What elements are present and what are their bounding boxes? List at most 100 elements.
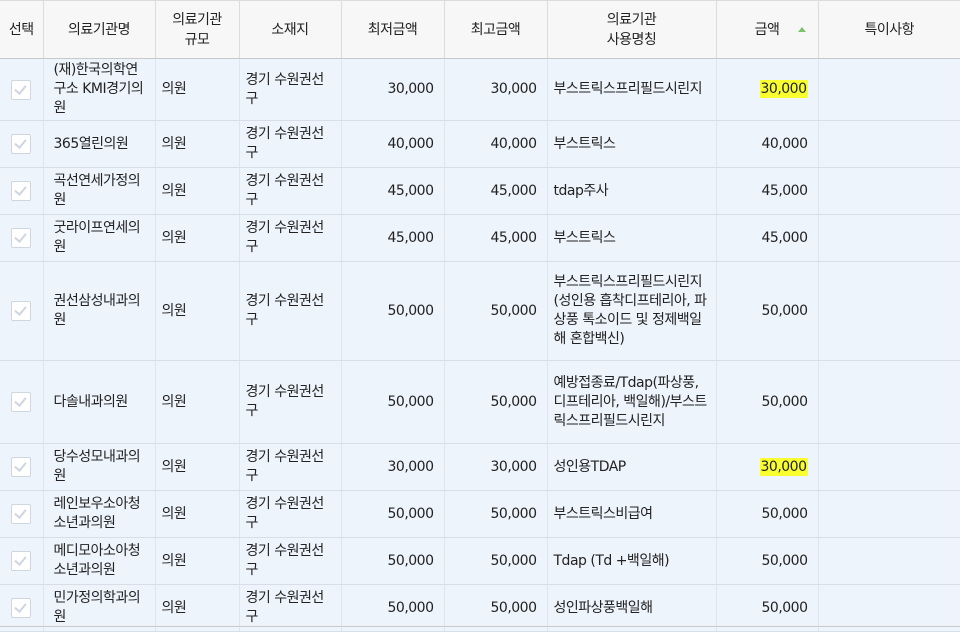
location-cell: 경기 수원권선구 (239, 537, 342, 585)
hospital-name-cell: (재)한국의학연구소 KMI경기의원 (43, 58, 156, 121)
hospital-name: 굿라이프연세의원 (53, 220, 141, 255)
notes-cell (818, 120, 960, 168)
max-price: 45,000 (490, 182, 538, 199)
table-row[interactable]: 365열린의원 의원 경기 수원권선구 40,000 40,000 부스트릭스 … (0, 120, 960, 168)
min-price: 30,000 (387, 458, 435, 475)
usage-name-cell: tdap주사 (547, 167, 717, 215)
price-cell: 50,000 (716, 490, 819, 538)
table-row[interactable]: 민가정의학과의원 의원 경기 수원권선구 50,000 50,000 성인파상풍… (0, 584, 960, 632)
row-select-cell[interactable] (0, 214, 44, 262)
notes-cell (818, 58, 960, 121)
location: 경기 수원권선구 (245, 71, 325, 107)
location: 경기 수원권선구 (245, 384, 325, 419)
table-row[interactable]: 레인보우소아청소년과의원 의원 경기 수원권선구 50,000 50,000 부… (0, 490, 960, 538)
min-price: 50,000 (387, 599, 435, 616)
min-price: 50,000 (387, 552, 435, 569)
checkbox-icon[interactable] (11, 457, 32, 477)
max-price-cell: 50,000 (444, 537, 548, 585)
usage-name-cell: Tdap (Td +백일해) (547, 537, 717, 585)
table-row[interactable]: 당수성모내과의원 의원 경기 수원권선구 30,000 30,000 성인용TD… (0, 443, 960, 491)
max-price: 50,000 (490, 393, 538, 410)
hospital-scale-cell: 의원 (155, 584, 240, 632)
usage-name: 예방접종료/Tdap(파상풍, 디프테리아, 백일해)/부스트릭스프리필드시린지 (553, 374, 708, 429)
row-select-cell[interactable] (0, 537, 44, 585)
checkbox-icon[interactable] (11, 79, 32, 100)
usage-name-cell: 부스트릭스비급여 (547, 490, 717, 538)
location: 경기 수원권선구 (245, 543, 325, 578)
price: 30,000 (759, 457, 808, 476)
usage-name: 성인용TDAP (553, 458, 627, 475)
col-header-select[interactable]: 선택 (0, 0, 44, 59)
min-price-cell: 50,000 (341, 584, 445, 632)
sort-ascending-icon[interactable] (797, 27, 806, 32)
row-select-cell[interactable] (0, 360, 44, 444)
location-cell: 경기 수원권선구 (239, 584, 342, 632)
table-row[interactable]: 다솔내과의원 의원 경기 수원권선구 50,000 50,000 예방접종료/T… (0, 360, 960, 444)
notes-cell (818, 167, 960, 215)
col-header-name[interactable]: 의료기관명 (43, 0, 156, 59)
price-cell: 50,000 (716, 584, 819, 632)
table-body: (재)한국의학연구소 KMI경기의원 의원 경기 수원권선구 30,000 30… (0, 58, 960, 632)
hospital-scale-cell: 의원 (155, 537, 240, 585)
checkbox-icon[interactable] (11, 181, 32, 201)
min-price-cell: 50,000 (341, 360, 445, 444)
hospital-scale: 의원 (161, 302, 187, 319)
col-header-usage-name[interactable]: 의료기관 사용명칭 (547, 0, 717, 59)
notes-cell (818, 443, 960, 491)
col-header-price[interactable]: 금액 (716, 0, 819, 59)
row-select-cell[interactable] (0, 584, 44, 632)
price-cell: 50,000 (716, 537, 819, 585)
row-select-cell[interactable] (0, 261, 44, 361)
hospital-scale-cell: 의원 (155, 443, 240, 491)
price-cell: 45,000 (716, 214, 819, 262)
hospital-scale-cell: 의원 (155, 167, 240, 215)
location: 경기 수원권선구 (245, 449, 325, 484)
col-header-max-price[interactable]: 최고금액 (444, 0, 548, 59)
table-row[interactable]: (재)한국의학연구소 KMI경기의원 의원 경기 수원권선구 30,000 30… (0, 58, 960, 121)
location-cell: 경기 수원권선구 (239, 443, 342, 491)
min-price: 45,000 (387, 229, 435, 246)
row-select-cell[interactable] (0, 167, 44, 215)
hospital-name-cell: 곡선연세가정의원 (43, 167, 156, 215)
col-header-scale[interactable]: 의료기관 규모 (155, 0, 240, 59)
col-header-location[interactable]: 소재지 (239, 0, 342, 59)
table-row[interactable]: 메디모아소아청소년과의원 의원 경기 수원권선구 50,000 50,000 T… (0, 537, 960, 585)
min-price: 50,000 (387, 302, 435, 319)
min-price-cell: 45,000 (341, 167, 445, 215)
hospital-name: 레인보우소아청소년과의원 (53, 496, 141, 531)
min-price-cell: 40,000 (341, 120, 445, 168)
hospital-scale-cell: 의원 (155, 58, 240, 121)
hospital-name-cell: 메디모아소아청소년과의원 (43, 537, 156, 585)
hospital-name: 민가정의학과의원 (53, 590, 141, 625)
checkbox-icon[interactable] (11, 392, 32, 412)
checkbox-icon[interactable] (11, 228, 32, 248)
checkbox-icon[interactable] (11, 551, 32, 571)
max-price-cell: 50,000 (444, 490, 548, 538)
price-cell: 50,000 (716, 360, 819, 444)
checkbox-icon[interactable] (11, 504, 32, 524)
hospital-scale: 의원 (161, 182, 187, 199)
notes-cell (818, 360, 960, 444)
hospital-scale: 의원 (161, 135, 187, 152)
table-row[interactable]: 굿라이프연세의원 의원 경기 수원권선구 45,000 45,000 부스트릭스… (0, 214, 960, 262)
row-select-cell[interactable] (0, 443, 44, 491)
price-cell: 30,000 (716, 443, 819, 491)
hospital-name: 365열린의원 (53, 135, 129, 152)
price: 50,000 (761, 302, 809, 319)
hospital-scale: 의원 (161, 229, 187, 246)
row-select-cell[interactable] (0, 490, 44, 538)
table-row[interactable]: 권선삼성내과의원 의원 경기 수원권선구 50,000 50,000 부스트릭스… (0, 261, 960, 361)
row-select-cell[interactable] (0, 58, 44, 121)
notes-cell (818, 261, 960, 361)
checkbox-icon[interactable] (11, 301, 32, 321)
checkbox-icon[interactable] (11, 598, 32, 618)
hospital-scale-cell: 의원 (155, 261, 240, 361)
col-header-notes[interactable]: 특이사항 (818, 0, 960, 59)
checkbox-icon[interactable] (11, 134, 32, 154)
table-row[interactable]: 곡선연세가정의원 의원 경기 수원권선구 45,000 45,000 tdap주… (0, 167, 960, 215)
price-cell: 45,000 (716, 167, 819, 215)
location-cell: 경기 수원권선구 (239, 360, 342, 444)
row-select-cell[interactable] (0, 120, 44, 168)
usage-name: 부스트릭스 (553, 229, 616, 246)
col-header-min-price[interactable]: 최저금액 (341, 0, 445, 59)
